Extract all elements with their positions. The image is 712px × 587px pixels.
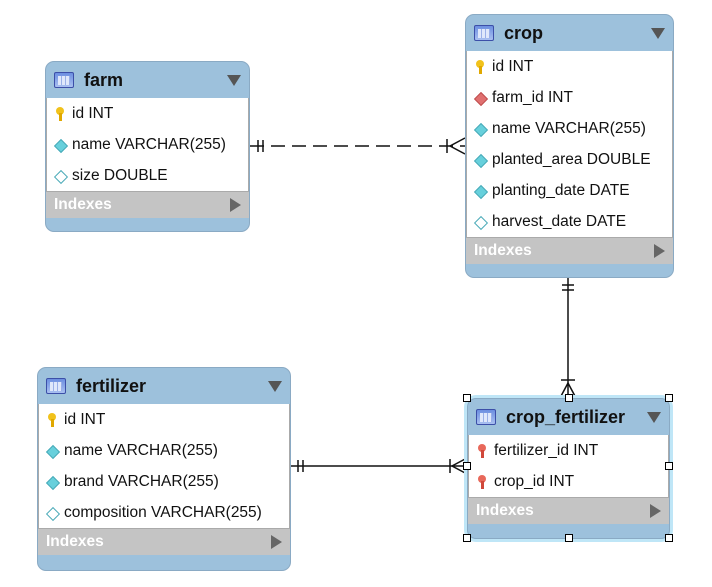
- collapse-triangle-icon[interactable]: [651, 27, 665, 39]
- filled-diamond-icon: [474, 184, 486, 198]
- column-label: planting_date DATE: [492, 181, 630, 199]
- table-header[interactable]: fertilizer: [38, 368, 290, 404]
- primary-foreign-key-icon: [476, 443, 488, 458]
- resize-handle[interactable]: [665, 394, 673, 402]
- hollow-diamond-icon: [54, 169, 66, 183]
- column-label: id INT: [72, 104, 114, 122]
- expand-triangle-icon[interactable]: [654, 244, 665, 258]
- column-label: size DOUBLE: [72, 166, 168, 184]
- column-row[interactable]: id INT: [39, 404, 289, 435]
- column-row[interactable]: name VARCHAR(255): [47, 129, 248, 160]
- table-name: crop_fertilizer: [506, 406, 626, 427]
- table-header[interactable]: crop_fertilizer: [468, 399, 669, 435]
- indexes-section[interactable]: Indexes: [468, 497, 669, 524]
- hollow-diamond-icon: [474, 215, 486, 229]
- table-header[interactable]: farm: [46, 62, 249, 98]
- resize-handle[interactable]: [665, 534, 673, 542]
- column-row[interactable]: composition VARCHAR(255): [39, 497, 289, 528]
- column-label: planted_area DOUBLE: [492, 150, 651, 168]
- column-label: composition VARCHAR(255): [64, 503, 262, 521]
- column-row[interactable]: farm_id INT: [467, 82, 672, 113]
- primary-key-icon: [54, 106, 66, 121]
- indexes-label: Indexes: [46, 533, 104, 550]
- column-row[interactable]: name VARCHAR(255): [467, 113, 672, 144]
- resize-handle[interactable]: [463, 394, 471, 402]
- resize-handle[interactable]: [565, 394, 573, 402]
- column-row[interactable]: fertilizer_id INT: [469, 435, 668, 466]
- column-label: fertilizer_id INT: [494, 441, 599, 459]
- column-row[interactable]: planted_area DOUBLE: [467, 144, 672, 175]
- table-icon: [46, 378, 66, 394]
- column-label: name VARCHAR(255): [72, 135, 226, 153]
- table-name: crop: [504, 22, 544, 43]
- filled-diamond-icon: [474, 153, 486, 167]
- primary-foreign-key-icon: [476, 474, 488, 489]
- column-row[interactable]: id INT: [467, 51, 672, 82]
- column-label: brand VARCHAR(255): [64, 472, 219, 490]
- column-label: id INT: [64, 410, 106, 428]
- filled-diamond-icon: [46, 475, 58, 489]
- table-icon: [54, 72, 74, 88]
- column-row[interactable]: harvest_date DATE: [467, 206, 672, 237]
- column-row[interactable]: id INT: [47, 98, 248, 129]
- filled-diamond-icon: [474, 122, 486, 136]
- farm-crop-relationship[interactable]: [250, 137, 466, 155]
- resize-handle[interactable]: [665, 462, 673, 470]
- indexes-section[interactable]: Indexes: [38, 528, 290, 555]
- column-label: name VARCHAR(255): [64, 441, 218, 459]
- table-header[interactable]: crop: [466, 15, 673, 51]
- filled-diamond-icon: [54, 138, 66, 152]
- collapse-triangle-icon[interactable]: [268, 380, 282, 392]
- column-label: harvest_date DATE: [492, 212, 627, 230]
- table-farm[interactable]: farm id INT name VARCHAR(255) size DOUBL…: [45, 61, 250, 232]
- hollow-diamond-icon: [46, 506, 58, 520]
- table-name: farm: [84, 69, 124, 90]
- column-row[interactable]: name VARCHAR(255): [39, 435, 289, 466]
- table-fertilizer[interactable]: fertilizer id INT name VARCHAR(255) bran…: [37, 367, 291, 571]
- fertilizer-crop-fertilizer-relationship[interactable]: [291, 457, 468, 475]
- indexes-label: Indexes: [54, 196, 112, 213]
- column-row[interactable]: brand VARCHAR(255): [39, 466, 289, 497]
- column-label: crop_id INT: [494, 472, 575, 490]
- resize-handle[interactable]: [565, 534, 573, 542]
- resize-handle[interactable]: [463, 462, 471, 470]
- collapse-triangle-icon[interactable]: [647, 411, 661, 423]
- column-label: id INT: [492, 57, 534, 75]
- primary-key-icon: [474, 59, 486, 74]
- crop-crop-fertilizer-relationship[interactable]: [559, 277, 577, 399]
- column-label: name VARCHAR(255): [492, 119, 646, 137]
- column-label: farm_id INT: [492, 88, 573, 106]
- filled-diamond-icon: [46, 444, 58, 458]
- indexes-label: Indexes: [474, 242, 532, 259]
- column-row[interactable]: planting_date DATE: [467, 175, 672, 206]
- table-icon: [474, 25, 494, 41]
- table-name: fertilizer: [76, 375, 147, 396]
- table-crop[interactable]: crop id INT farm_id INT name VARCHAR(255…: [465, 14, 674, 278]
- column-row[interactable]: crop_id INT: [469, 466, 668, 497]
- indexes-label: Indexes: [476, 502, 534, 519]
- indexes-section[interactable]: Indexes: [46, 191, 249, 218]
- table-crop-fertilizer[interactable]: crop_fertilizer fertilizer_id INT crop_i…: [467, 398, 670, 539]
- resize-handle[interactable]: [463, 534, 471, 542]
- indexes-section[interactable]: Indexes: [466, 237, 673, 264]
- expand-triangle-icon[interactable]: [271, 535, 282, 549]
- expand-triangle-icon[interactable]: [650, 504, 661, 518]
- expand-triangle-icon[interactable]: [230, 198, 241, 212]
- foreign-key-diamond-icon: [474, 91, 486, 105]
- primary-key-icon: [46, 412, 58, 427]
- column-row[interactable]: size DOUBLE: [47, 160, 248, 191]
- table-icon: [476, 409, 496, 425]
- collapse-triangle-icon[interactable]: [227, 74, 241, 86]
